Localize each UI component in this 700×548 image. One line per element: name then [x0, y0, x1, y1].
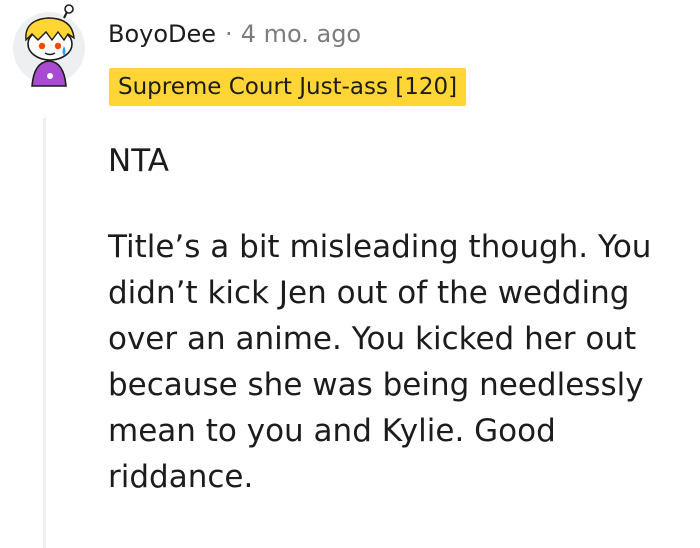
- comment-paragraph: Title’s a bit misleading though. You did…: [108, 229, 652, 495]
- avatar-shirt-logo: [47, 73, 53, 79]
- user-flair: Supreme Court Just-ass [120]: [109, 68, 467, 106]
- comment-body: NTA Title’s a bit misleading though. You…: [108, 138, 693, 500]
- snoo-avatar-icon[interactable]: [12, 4, 86, 96]
- avatar-eye-left: [38, 42, 46, 50]
- comment-paragraph: NTA: [108, 143, 169, 179]
- meta-separator: ·: [225, 20, 233, 48]
- avatar-eye-right: [54, 42, 62, 50]
- comment-meta: BoyoDee · 4 mo. ago: [108, 20, 361, 48]
- username-link[interactable]: BoyoDee: [108, 20, 216, 48]
- avatar-antenna-ball: [64, 4, 74, 14]
- comment-timestamp[interactable]: 4 mo. ago: [241, 20, 361, 48]
- avatar-graphic: [13, 4, 85, 87]
- thread-collapse-line[interactable]: [43, 118, 46, 548]
